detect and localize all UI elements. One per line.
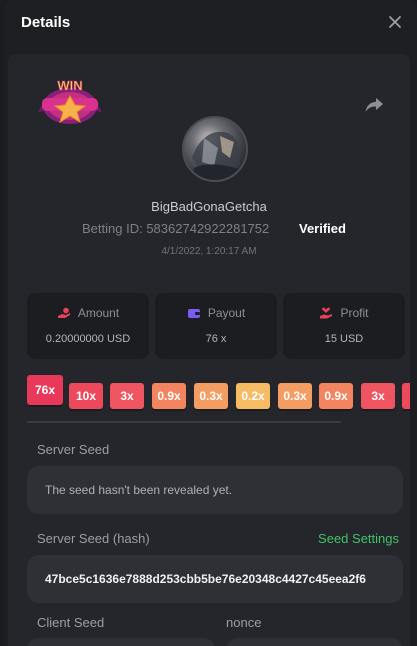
avatar-image: [192, 131, 242, 180]
win-badge-text: WIN: [57, 78, 82, 93]
amount-label: Amount: [77, 306, 120, 320]
server-seed-label: Server Seed: [37, 442, 110, 457]
multiplier-chip: 0.3x: [194, 383, 228, 409]
wallet-icon: [187, 309, 200, 318]
multiplier-chip: 76x: [27, 375, 63, 405]
seed-settings-link[interactable]: Seed Settings: [318, 531, 399, 546]
close-icon[interactable]: [387, 14, 403, 30]
server-seed-field: The seed hasn't been revealed yet.: [27, 466, 403, 514]
profit-value: 15 USD: [324, 333, 364, 345]
payout-label: Payout: [207, 306, 246, 320]
nonce-field[interactable]: [226, 638, 403, 646]
multiplier-chip: 3x: [110, 383, 144, 409]
client-seed-label: Client Seed: [37, 615, 105, 630]
payout-card: Payout 76 x: [155, 293, 277, 359]
multiplier-strip: 76x 10x 3x 0.9x 0.3x 0.2x 0.3x 0.9x 3x: [27, 375, 410, 423]
modal-body: WIN BigBadGonaGetcha Betting ID: 5836274…: [4, 46, 417, 646]
client-seed-field[interactable]: [27, 638, 215, 646]
modal-title: Details: [21, 14, 71, 31]
bet-datetime: 4/1/2022, 1:20:17 AM: [161, 246, 257, 257]
details-panel: WIN BigBadGonaGetcha Betting ID: 5836274…: [8, 54, 410, 646]
amount-card: Amount 0.20000000 USD: [27, 293, 149, 359]
multiplier-chip: 0.9x: [319, 383, 353, 409]
hand-heart-icon: [320, 307, 333, 319]
username: BigBadGonaGetcha: [151, 199, 267, 214]
profit-label: Profit: [340, 306, 369, 320]
bet-details-modal: Details WIN BigBadGonaGetcha Betting ID:…: [4, 0, 417, 646]
hand-coin-icon: [57, 307, 70, 318]
payout-value: 76 x: [205, 333, 227, 345]
multiplier-chip: 0.9x: [152, 383, 186, 409]
betting-id-label: Betting ID:: [82, 221, 143, 236]
share-icon[interactable]: [364, 96, 384, 114]
win-badge-icon: WIN: [38, 78, 102, 124]
nonce-label: nonce: [226, 615, 262, 630]
server-seed-hash-field[interactable]: 47bce5c1636e7888d253cbb5be76e20348c4427c…: [27, 555, 403, 603]
profit-card: Profit 15 USD: [283, 293, 405, 359]
betting-id: Betting ID: 58362742922281752: [82, 221, 269, 236]
betting-id-value: 58362742922281752: [146, 221, 270, 236]
multiplier-chip: [402, 383, 410, 409]
amount-value: 0.20000000 USD: [45, 333, 131, 345]
multiplier-chip: 0.3x: [278, 383, 312, 409]
modal-header: Details: [4, 0, 417, 46]
multiplier-chip: 3x: [361, 383, 395, 409]
server-seed-hash-label: Server Seed (hash): [37, 531, 150, 546]
avatar: [182, 116, 248, 182]
multiplier-chip: 10x: [69, 383, 103, 409]
verified-badge: Verified: [299, 221, 346, 236]
multiplier-chip: 0.2x: [236, 383, 270, 409]
multiplier-strip-divider: [27, 421, 341, 423]
